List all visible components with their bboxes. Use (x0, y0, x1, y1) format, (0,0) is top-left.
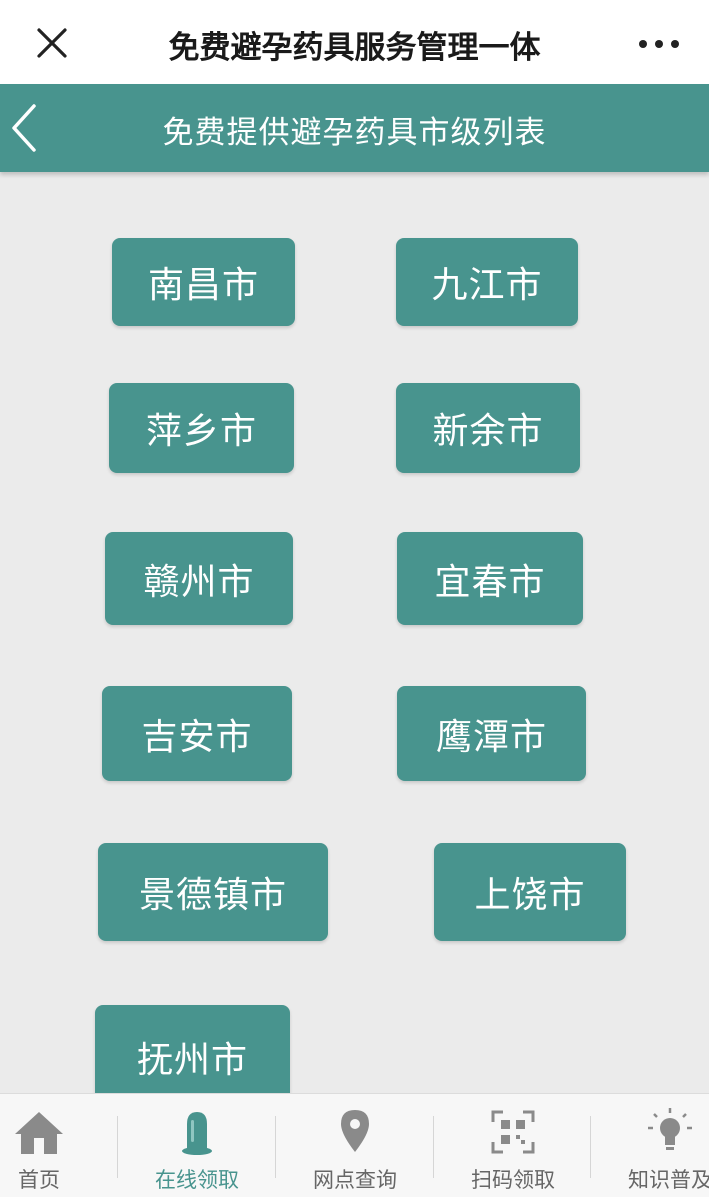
city-button-xinyu[interactable]: 新余市 (396, 383, 580, 473)
qr-scan-icon (491, 1110, 535, 1154)
tab-outlet-search[interactable]: 网点查询 (276, 1094, 434, 1197)
chevron-left-icon (12, 104, 36, 152)
tab-online-collect-label: 在线领取 (155, 1168, 239, 1192)
city-button-yichun[interactable]: 宜春市 (397, 532, 583, 625)
more-dots-icon (639, 40, 679, 48)
tab-home-label: 首页 (18, 1168, 60, 1192)
condom-icon (182, 1112, 212, 1155)
city-button-jiujiang[interactable]: 九江市 (396, 238, 578, 326)
city-button-ganzhou[interactable]: 赣州市 (105, 532, 293, 625)
close-icon (37, 28, 67, 58)
city-button-pingxiang[interactable]: 萍乡市 (109, 383, 294, 473)
lightbulb-icon (648, 1108, 692, 1150)
home-icon (15, 1112, 63, 1154)
location-pin-icon (341, 1110, 369, 1152)
tab-knowledge-label: 知识普及 (628, 1168, 709, 1192)
page-header: 免费提供避孕药具市级列表 (0, 84, 709, 172)
window-title: 免费避孕药具服务管理一体 (168, 30, 541, 66)
tab-knowledge[interactable]: 知识普及 (591, 1094, 709, 1197)
tab-scan-collect-label: 扫码领取 (471, 1168, 555, 1192)
tab-home[interactable]: 首页 (0, 1094, 118, 1197)
city-button-shangrao[interactable]: 上饶市 (434, 843, 626, 941)
city-button-nanchang[interactable]: 南昌市 (112, 238, 295, 326)
bottom-tab-bar: 首页 在线领取 网点查询 扫码领取 知识普及 (0, 1093, 709, 1197)
city-button-jian[interactable]: 吉安市 (102, 686, 292, 781)
tab-outlet-search-label: 网点查询 (313, 1168, 397, 1192)
more-button[interactable] (629, 22, 689, 66)
tab-scan-collect[interactable]: 扫码领取 (434, 1094, 592, 1197)
page-title: 免费提供避孕药具市级列表 (162, 115, 547, 151)
city-button-yingtan[interactable]: 鹰潭市 (397, 686, 586, 781)
city-button-jingdezhen[interactable]: 景德镇市 (98, 843, 328, 941)
close-button[interactable] (26, 20, 78, 66)
top-bar: 免费避孕药具服务管理一体 (0, 0, 709, 84)
back-button[interactable] (0, 84, 60, 172)
tab-online-collect[interactable]: 在线领取 (118, 1094, 276, 1197)
